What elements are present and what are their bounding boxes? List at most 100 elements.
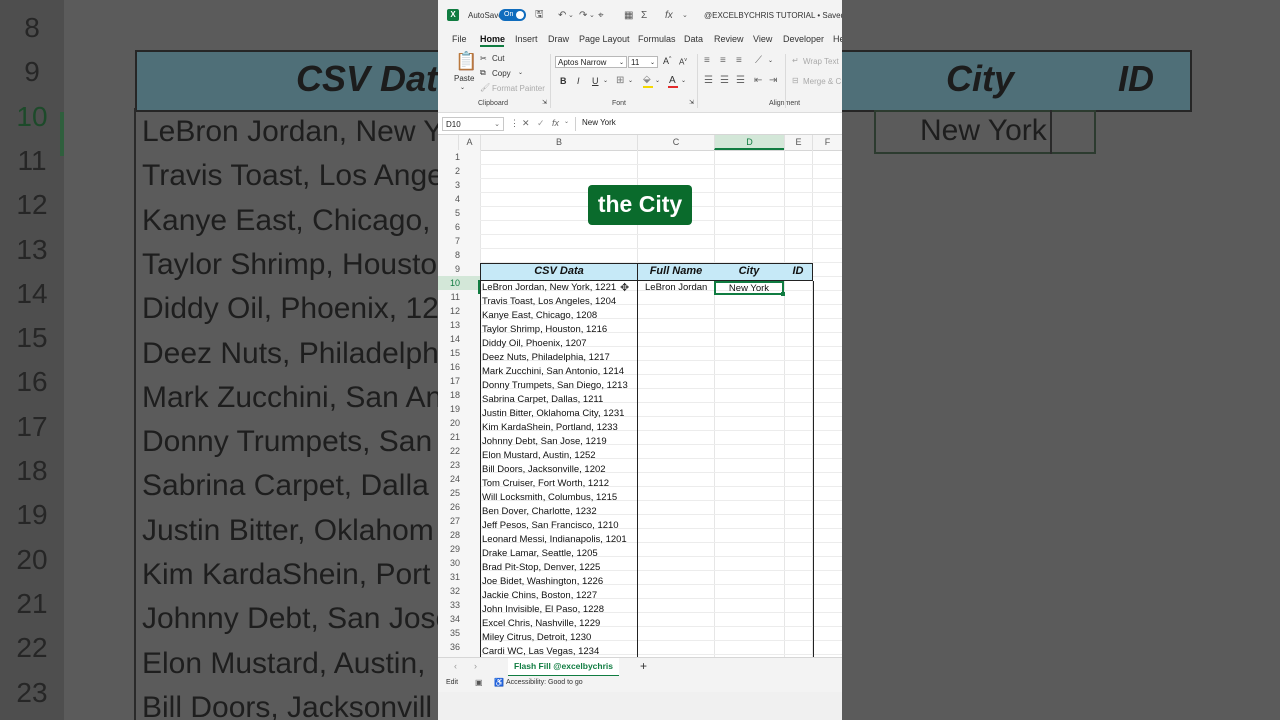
row-header-2[interactable]: 2 — [438, 164, 480, 178]
row-header-5[interactable]: 5 — [438, 206, 480, 220]
save-icon[interactable]: 🖫 — [535, 0, 544, 30]
tab-review[interactable]: Review — [714, 34, 744, 44]
sheet-prev-icon[interactable]: ‹ — [454, 661, 457, 671]
align-right-icon[interactable]: ☰ — [736, 75, 745, 86]
insert-function-icon[interactable]: fx — [552, 118, 559, 128]
row-header-17[interactable]: 17 — [438, 374, 480, 388]
csv-data-cell[interactable]: Diddy Oil, Phoenix, 1207 — [482, 337, 587, 351]
csv-data-cell[interactable]: Ben Dover, Charlotte, 1232 — [482, 505, 597, 519]
csv-data-cell[interactable]: Deez Nuts, Philadelphia, 1217 — [482, 351, 610, 365]
accessibility-icon[interactable]: ♿ — [494, 678, 504, 687]
csv-data-cell[interactable]: Sabrina Carpet, Dallas, 1211 — [482, 393, 603, 407]
table-icon[interactable]: ▦ — [624, 0, 633, 30]
row-header-32[interactable]: 32 — [438, 584, 480, 598]
italic-button[interactable]: I — [577, 76, 580, 86]
align-bottom-icon[interactable]: ≡ — [736, 55, 742, 66]
format-painter-button[interactable]: Format Painter — [492, 84, 545, 93]
fill-color-icon[interactable]: ⬙ — [643, 74, 651, 85]
row-header-10[interactable]: 10 — [438, 276, 480, 290]
csv-data-cell[interactable]: Leonard Messi, Indianapolis, 1201 — [482, 533, 627, 547]
csv-data-cell[interactable]: Tom Cruiser, Fort Worth, 1212 — [482, 477, 609, 491]
underline-dropdown-icon[interactable]: ⌄ — [603, 77, 608, 84]
row-header-1[interactable]: 1 — [438, 150, 480, 164]
row-header-6[interactable]: 6 — [438, 220, 480, 234]
csv-data-cell[interactable]: Kanye East, Chicago, 1208 — [482, 309, 597, 323]
csv-data-cell[interactable]: Travis Toast, Los Angeles, 1204 — [482, 295, 616, 309]
row-header-25[interactable]: 25 — [438, 486, 480, 500]
tab-developer[interactable]: Developer — [783, 34, 824, 44]
row-header-7[interactable]: 7 — [438, 234, 480, 248]
row-header-34[interactable]: 34 — [438, 612, 480, 626]
tab-draw[interactable]: Draw — [548, 34, 569, 44]
font-name-select[interactable]: Aptos Narrow ⌄ — [555, 56, 627, 68]
tab-data[interactable]: Data — [684, 34, 703, 44]
tab-view[interactable]: View — [753, 34, 772, 44]
tab-home[interactable]: Home — [480, 34, 505, 44]
csv-data-cell[interactable]: Taylor Shrimp, Houston, 1216 — [482, 323, 607, 337]
merge-button[interactable]: Merge & C — [803, 77, 841, 86]
function-icon[interactable]: fx — [665, 0, 673, 30]
csv-data-cell[interactable]: Drake Lamar, Seattle, 1205 — [482, 547, 598, 561]
row-header-30[interactable]: 30 — [438, 556, 480, 570]
orientation-dropdown-icon[interactable]: ⌄ — [768, 57, 773, 64]
csv-data-cell[interactable]: Will Locksmith, Columbus, 1215 — [482, 491, 617, 505]
font-color-dropdown-icon[interactable]: ⌄ — [681, 77, 686, 84]
column-header-f[interactable]: F — [812, 135, 842, 150]
csv-data-cell[interactable]: John Invisible, El Paso, 1228 — [482, 603, 604, 617]
more-icon[interactable]: ⋮ — [510, 118, 519, 129]
row-header-21[interactable]: 21 — [438, 430, 480, 444]
orientation-icon[interactable]: ⟋ — [755, 55, 762, 66]
document-title[interactable]: @EXCELBYCHRIS TUTORIAL • Saved ⌄ — [704, 0, 842, 30]
row-header-33[interactable]: 33 — [438, 598, 480, 612]
row-header-9[interactable]: 9 — [438, 262, 480, 276]
row-header-8[interactable]: 8 — [438, 248, 480, 262]
undo-dropdown-icon[interactable]: ⌄ — [568, 0, 574, 30]
grow-font-icon[interactable]: A^ — [663, 56, 671, 66]
fx-dropdown-icon[interactable]: ⌄ — [564, 118, 569, 125]
row-header-13[interactable]: 13 — [438, 318, 480, 332]
csv-data-cell[interactable]: Joe Bidet, Washington, 1226 — [482, 575, 603, 589]
sheet-next-icon[interactable]: › — [474, 661, 477, 671]
row-header-23[interactable]: 23 — [438, 458, 480, 472]
increase-indent-icon[interactable]: ⇥ — [769, 75, 777, 86]
tab-page-layout[interactable]: Page Layout — [579, 34, 630, 44]
csv-data-cell[interactable]: Kim KardaShein, Portland, 1233 — [482, 421, 618, 435]
csv-data-cell[interactable]: Elon Mustard, Austin, 1252 — [482, 449, 596, 463]
redo-icon[interactable]: ↷ — [579, 0, 587, 30]
row-header-18[interactable]: 18 — [438, 388, 480, 402]
csv-data-cell[interactable]: Bill Doors, Jacksonville, 1202 — [482, 463, 606, 477]
row-header-20[interactable]: 20 — [438, 416, 480, 430]
column-header-d[interactable]: D — [714, 135, 784, 150]
copy-icon[interactable]: ⧉ — [480, 68, 486, 78]
cancel-icon[interactable]: ✕ — [522, 118, 530, 129]
copy-button[interactable]: Copy — [492, 69, 511, 78]
borders-dropdown-icon[interactable]: ⌄ — [628, 77, 633, 84]
row-header-15[interactable]: 15 — [438, 346, 480, 360]
column-header-b[interactable]: B — [480, 135, 637, 150]
tab-formulas[interactable]: Formulas — [638, 34, 676, 44]
selected-city-cell[interactable]: New York — [714, 281, 784, 295]
underline-button[interactable]: U — [592, 76, 599, 86]
column-header-a[interactable]: A — [458, 135, 480, 150]
paste-button[interactable]: Paste — [454, 74, 474, 83]
align-middle-icon[interactable]: ≡ — [720, 55, 726, 66]
autosave-toggle[interactable]: On — [499, 9, 526, 21]
row-header-19[interactable]: 19 — [438, 402, 480, 416]
cut-button[interactable]: Cut — [492, 54, 504, 63]
format-painter-icon[interactable]: 🖌 — [480, 83, 490, 92]
align-top-icon[interactable]: ≡ — [704, 55, 710, 66]
row-header-24[interactable]: 24 — [438, 472, 480, 486]
tab-help[interactable]: He — [833, 34, 842, 44]
row-header-27[interactable]: 27 — [438, 514, 480, 528]
enter-icon[interactable]: ✓ — [537, 118, 545, 129]
csv-data-cell[interactable]: Johnny Debt, San Jose, 1219 — [482, 435, 607, 449]
row-header-26[interactable]: 26 — [438, 500, 480, 514]
column-header-e[interactable]: E — [784, 135, 812, 150]
csv-data-cell[interactable]: Excel Chris, Nashville, 1229 — [482, 617, 600, 631]
column-header-c[interactable]: C — [637, 135, 714, 150]
csv-data-cell[interactable]: Jeff Pesos, San Francisco, 1210 — [482, 519, 619, 533]
font-launcher-icon[interactable]: ⇲ — [689, 99, 694, 106]
formula-input[interactable]: New York — [582, 118, 616, 127]
csv-data-cell[interactable]: Donny Trumpets, San Diego, 1213 — [482, 379, 628, 393]
macro-record-icon[interactable]: ▣ — [475, 678, 483, 687]
